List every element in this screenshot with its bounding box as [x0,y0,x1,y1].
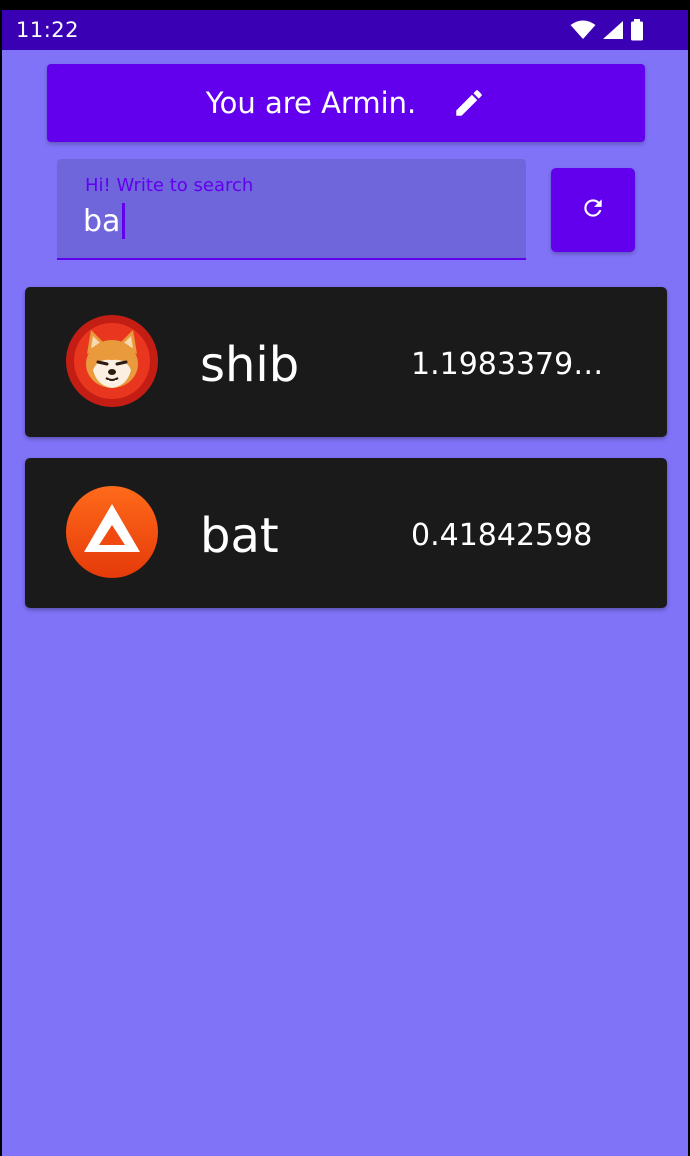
user-name-label: You are Armin. [205,86,417,120]
app-screen: 11:22 You are Armin. Hi! Write to search… [2,10,688,1156]
refresh-icon [580,195,606,226]
battery-icon [630,19,644,41]
coin-name: shib [200,337,300,393]
refresh-button[interactable] [551,168,635,252]
wifi-icon [570,20,596,40]
search-field[interactable]: Hi! Write to search ba [57,159,526,260]
user-name-button[interactable]: You are Armin. [47,64,645,142]
coin-list: shib 1.1983379E… bat 0.41842598 [25,287,667,629]
status-icons [570,19,644,41]
shiba-inu-logo [65,314,159,408]
coin-name: bat [200,508,279,564]
coin-card-shib[interactable]: shib 1.1983379E… [25,287,667,437]
search-label: Hi! Write to search [85,175,254,196]
bat-triangle-logo [65,485,159,579]
pencil-icon[interactable] [452,86,486,120]
search-input-value: ba [83,203,121,239]
search-input[interactable]: ba [83,203,126,239]
coin-price: 0.41842598 [411,518,593,553]
text-caret [122,203,126,239]
status-bar: 11:22 [2,10,688,50]
coin-price: 1.1983379E… [411,347,621,382]
status-time: 11:22 [16,18,80,42]
coin-card-bat[interactable]: bat 0.41842598 [25,458,667,608]
signal-icon [602,20,624,40]
